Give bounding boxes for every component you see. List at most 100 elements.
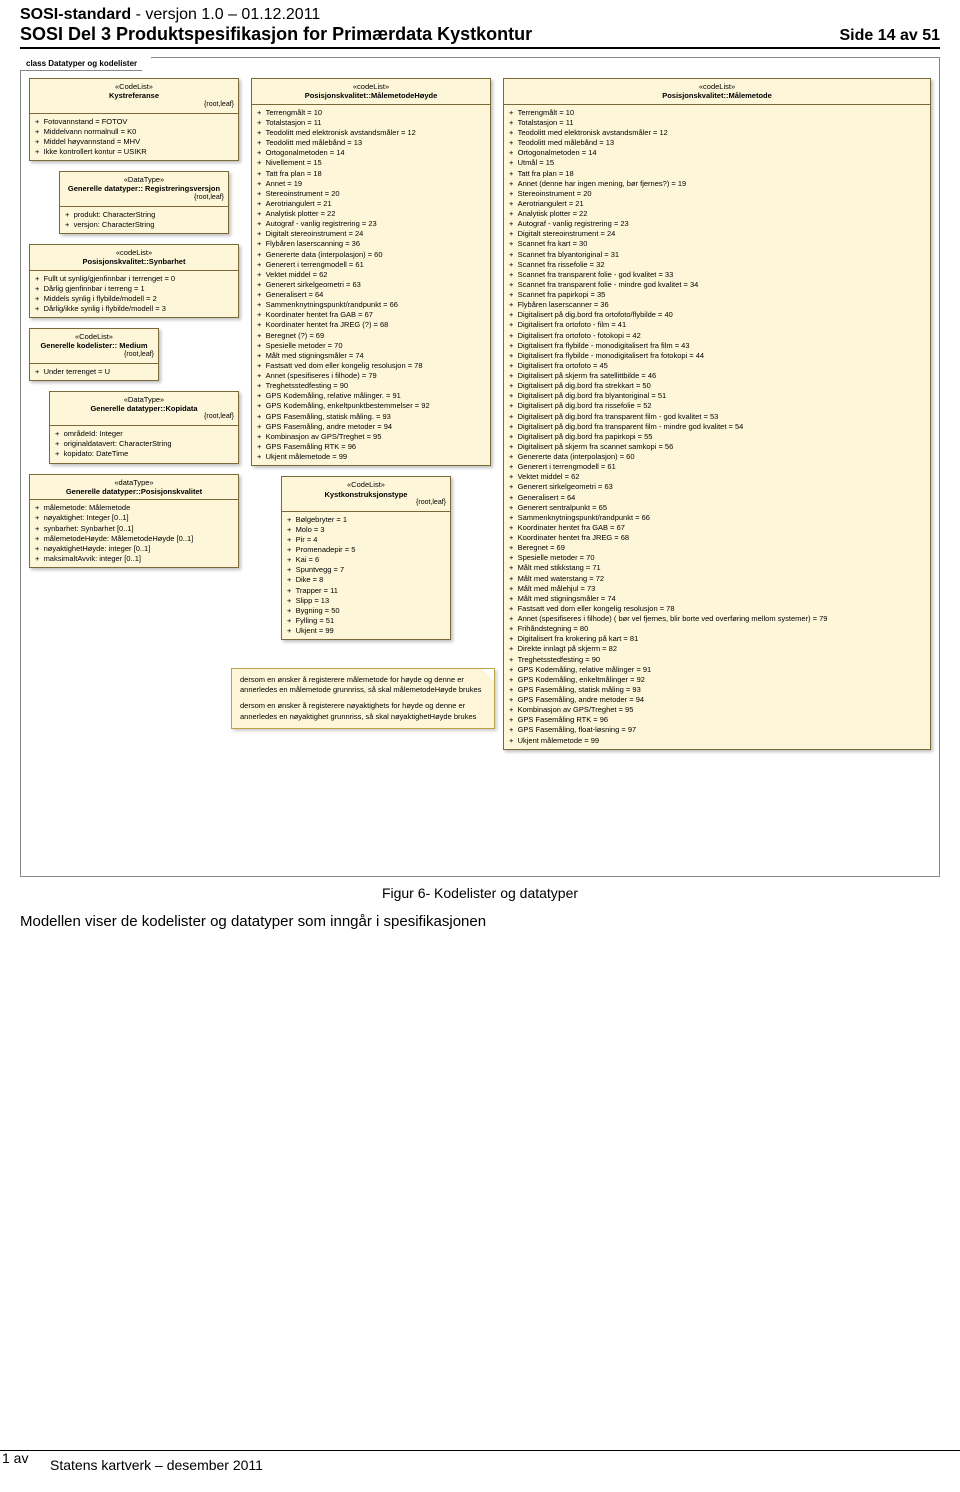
attribute-line: Digitalisert fra ortofoto - film = 41 (509, 320, 925, 330)
attribute-line: Promenadepir = 5 (287, 545, 445, 555)
attribute-line: maksimaltAvvik: integer [0..1] (35, 554, 233, 564)
note: dersom en ønsker å registerere målemetod… (231, 668, 495, 729)
attribute-line: Beregnet = 69 (509, 543, 925, 553)
attribute-line: Teodolitt med målebånd = 13 (257, 138, 485, 148)
attribute-line: Digitalisert på dig.bord fra ortofoto/fl… (509, 310, 925, 320)
attribute-line: Digitalisert på dig.bord fra transparent… (509, 412, 925, 422)
attribute-line: Scannet fra transparent folie - mindre g… (509, 280, 925, 290)
attribute-line: Stereoinstrument = 20 (509, 189, 925, 199)
header-row: SOSI Del 3 Produktspesifikasjon for Prim… (20, 24, 940, 49)
attribute-line: GPS Fasemåling, float-løsning = 97 (509, 725, 925, 735)
diagram-title: class Datatyper og kodelister (20, 57, 152, 71)
attribute-line: Generert i terrengmodell = 61 (509, 462, 925, 472)
class-registreringsversjon: «DataType»Generelle datatyper:: Registre… (59, 171, 229, 234)
attribute-line: Dike = 8 (287, 575, 445, 585)
attribute-line: Målt med målehjul = 73 (509, 584, 925, 594)
attribute-line: Digitalisert på dig.bord fra strekkart =… (509, 381, 925, 391)
attribute-line: Målt med stigningsmåler = 74 (257, 351, 485, 361)
footer-left: 1 av (2, 1450, 28, 1466)
attribute-line: Digitalisert på dig.bord fra papirkopi =… (509, 432, 925, 442)
attribute-line: Generert sirkelgeometri = 63 (257, 280, 485, 290)
attribute-line: Digitalisert fra flybilde - monodigitali… (509, 351, 925, 361)
note-p1: dersom en ønsker å registerere målemetod… (240, 675, 486, 695)
attribute-line: Beregnet (?) = 69 (257, 331, 485, 341)
attribute-line: Målt med waterstang = 72 (509, 574, 925, 584)
attribute-line: Kombinasjon av GPS/Treghet = 95 (257, 432, 485, 442)
body-text: Modellen viser de kodelister og datatype… (20, 913, 940, 930)
attribute-line: Terrengmålt = 10 (509, 108, 925, 118)
std-name: SOSI-standard (20, 6, 131, 23)
class-malemetode-hoyde: «codeList»Posisjonskvalitet::MålemetodeH… (251, 78, 491, 466)
attribute-line: GPS Fasemåling RTK = 96 (257, 442, 485, 452)
attribute-line: Digitalt stereoinstrument = 24 (257, 229, 485, 239)
attribute-line: Koordinater hentet fra GAB = 67 (509, 523, 925, 533)
attribute-line: Ukjent målemetode = 99 (509, 736, 925, 746)
attribute-line: Målt med stigningsmåler = 74 (509, 594, 925, 604)
attribute-line: Spuntvegg = 7 (287, 565, 445, 575)
attribute-line: Vektet middel = 62 (257, 270, 485, 280)
attribute-line: Generert sentralpunkt = 65 (509, 503, 925, 513)
attribute-line: Fastsatt ved dom eller kongelig resolusj… (509, 604, 925, 614)
attribute-line: Spesielle metoder = 70 (509, 553, 925, 563)
attribute-line: versjon: CharacterString (65, 220, 223, 230)
attribute-line: Vektet middel = 62 (509, 472, 925, 482)
attribute-line: Ikke kontrollert kontur = USIKR (35, 147, 233, 157)
attribute-line: Pir = 4 (287, 535, 445, 545)
attribute-line: Scannet fra kart = 30 (509, 239, 925, 249)
diagram-frame: class Datatyper og kodelister «CodeList»… (20, 57, 940, 877)
attribute-line: Ukjent = 99 (287, 626, 445, 636)
attribute-line: Middels synlig i flybilde/modell = 2 (35, 294, 233, 304)
attribute-line: Treghetsstedfesting = 90 (509, 655, 925, 665)
attribute-line: Generalisert = 64 (509, 493, 925, 503)
attribute-line: Generalisert = 64 (257, 290, 485, 300)
attribute-line: Treghetsstedfesting = 90 (257, 381, 485, 391)
attribute-line: Scannet fra blyantoriginal = 31 (509, 250, 925, 260)
attribute-line: Totalstasjon = 11 (509, 118, 925, 128)
attribute-line: Bygning = 50 (287, 606, 445, 616)
attribute-line: Terrengmålt = 10 (257, 108, 485, 118)
figure-caption: Figur 6- Kodelister og datatyper (20, 885, 940, 901)
attribute-line: GPS Kodemåling, relative målinger. = 91 (257, 391, 485, 401)
attribute-line: Ukjent målemetode = 99 (257, 452, 485, 462)
attribute-line: Flybåren laserscanner = 36 (509, 300, 925, 310)
attribute-line: GPS Kodemåling, enkeltpunktbestemmelser … (257, 401, 485, 411)
attribute-line: GPS Fasemåling, andre metoder = 94 (257, 422, 485, 432)
attribute-line: synbarhet: Synbarhet [0..1] (35, 524, 233, 534)
attribute-line: målemetode: Målemetode (35, 503, 233, 513)
attribute-line: Bølgebryter = 1 (287, 515, 445, 525)
attribute-line: Digitalisert fra ortofoto - fotokopi = 4… (509, 331, 925, 341)
attribute-line: Spesielle metoder = 70 (257, 341, 485, 351)
attribute-line: Tatt fra plan = 18 (257, 169, 485, 179)
attribute-line: GPS Kodemåling, enkeltmålinger = 92 (509, 675, 925, 685)
class-malemetode: «codeList»Posisjonskvalitet::Målemetode … (503, 78, 931, 750)
attribute-line: kopidato: DateTime (55, 449, 233, 459)
attribute-line: Analytisk plotter = 22 (509, 209, 925, 219)
attribute-line: Digitalisert fra ortofoto = 45 (509, 361, 925, 371)
attribute-line: Slipp = 13 (287, 596, 445, 606)
attribute-line: GPS Fasemåling, statisk måling. = 93 (257, 412, 485, 422)
class-medium: «CodeList»Generelle kodelister:: Medium{… (29, 328, 159, 381)
attribute-line: Ortogonalmetoden = 14 (509, 148, 925, 158)
attribute-line: produkt: CharacterString (65, 210, 223, 220)
attribute-line: Koordinater hentet fra GAB = 67 (257, 310, 485, 320)
attribute-line: Digitalisert på dig.bord fra rissefolie … (509, 401, 925, 411)
attribute-line: Koordinater hentet fra JREG = 68 (509, 533, 925, 543)
header-side: Side 14 av 51 (839, 27, 940, 45)
attribute-line: målemetodeHøyde: MålemetodeHøyde [0..1] (35, 534, 233, 544)
attribute-line: Middelvann normalnull = K0 (35, 127, 233, 137)
attribute-line: Sammenknytningspunkt/randpunkt = 66 (509, 513, 925, 523)
attribute-line: Under terrenget = U (35, 367, 153, 377)
header-top: SOSI-standard - versjon 1.0 – 01.12.2011 (20, 6, 940, 24)
attribute-line: Sammenknytningspunkt/randpunkt = 66 (257, 300, 485, 310)
attribute-line: Tatt fra plan = 18 (509, 169, 925, 179)
attribute-line: Genererte data (interpolasjon) = 60 (509, 452, 925, 462)
attribute-line: GPS Fasemåling RTK = 96 (509, 715, 925, 725)
attribute-line: Generert sirkelgeometri = 63 (509, 482, 925, 492)
attribute-line: GPS Fasemåling, statisk måling = 93 (509, 685, 925, 695)
attribute-line: Trapper = 11 (287, 586, 445, 596)
class-kystreferanse: «CodeList»Kystreferanse{root,leaf} Fotov… (29, 78, 239, 161)
std-version: - versjon 1.0 – 01.12.2011 (131, 6, 320, 23)
attribute-line: Fylling = 51 (287, 616, 445, 626)
attribute-line: Generert i terrengmodell = 61 (257, 260, 485, 270)
attribute-line: Digitalisert på skjerm fra satellittbild… (509, 371, 925, 381)
